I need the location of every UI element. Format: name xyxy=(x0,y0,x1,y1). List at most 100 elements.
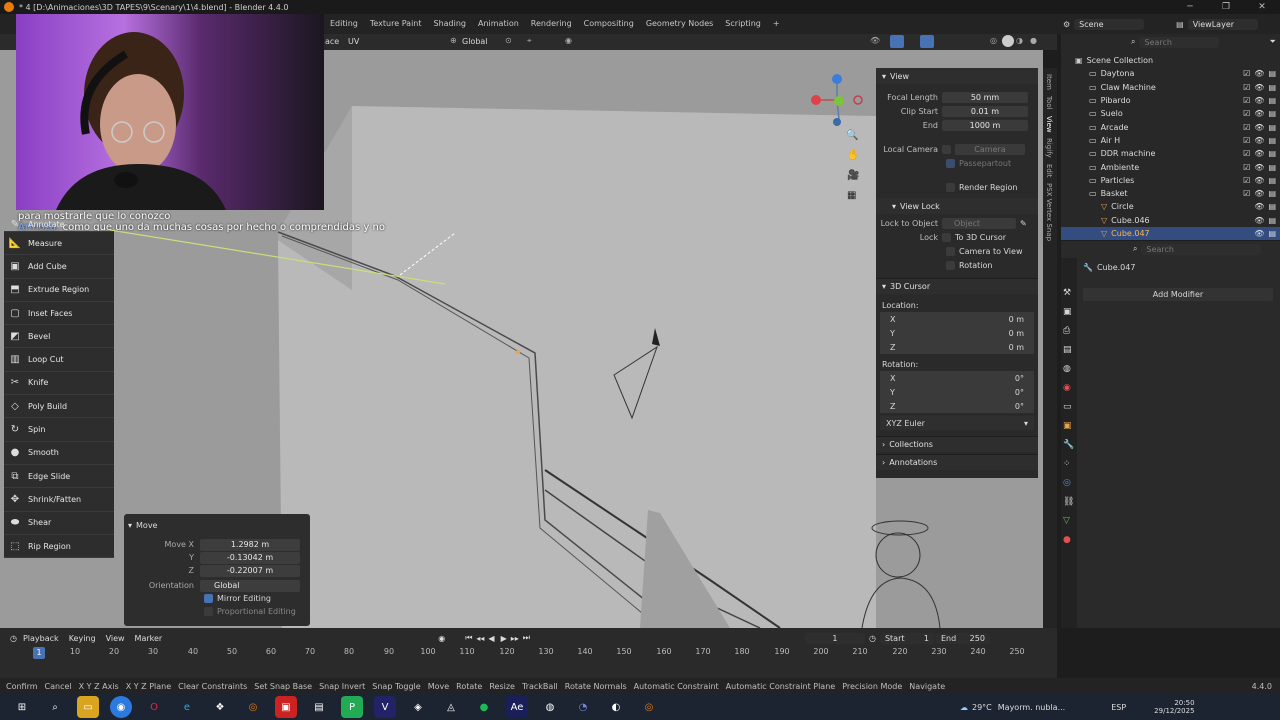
after-effects-icon[interactable]: Ae xyxy=(506,696,528,718)
camera-icon[interactable]: ▤ xyxy=(1268,229,1276,238)
add-modifier-button[interactable]: Add Modifier xyxy=(1083,288,1273,301)
camera-icon[interactable]: ▤ xyxy=(1268,216,1276,225)
move-y-field[interactable]: -0.13042 m xyxy=(200,551,300,564)
camera-icon[interactable]: ▤ xyxy=(1268,109,1276,118)
play-reverse-icon[interactable]: ◀ xyxy=(488,634,494,643)
checkbox-icon[interactable]: ☑ xyxy=(1243,163,1250,172)
physics-tab-icon[interactable]: ◎ xyxy=(1063,478,1077,488)
camera-icon[interactable]: ▤ xyxy=(1268,163,1276,172)
view-layer-field[interactable]: ViewLayer xyxy=(1187,18,1258,30)
marker-menu[interactable]: Marker xyxy=(135,634,163,643)
ortho-toggle-icon[interactable]: ▦ xyxy=(847,190,856,201)
discord-icon[interactable]: ◔ xyxy=(572,696,594,718)
camera-icon[interactable]: ▤ xyxy=(1268,202,1276,211)
outliner-row-circle[interactable]: ▽ Circle 👁 ▤ xyxy=(1061,200,1280,213)
camera-icon[interactable]: ▤ xyxy=(1268,189,1276,198)
cursor-loc-z-field[interactable]: Z0 m xyxy=(880,340,1034,354)
uv-menu-fragment[interactable]: ace xyxy=(325,37,339,46)
wireframe-shading-icon[interactable]: ◎ xyxy=(990,36,997,45)
outliner-row-daytona[interactable]: ▭ Daytona ☑ 👁 ▤ xyxy=(1061,67,1280,80)
3d-cursor-header[interactable]: ▾ 3D Cursor xyxy=(876,278,1038,294)
pycharm-icon[interactable]: P xyxy=(341,696,363,718)
outliner-row-ambiente[interactable]: ▭ Ambiente ☑ 👁 ▤ xyxy=(1061,160,1280,173)
app-icon[interactable]: ◬ xyxy=(440,696,462,718)
recorder-icon[interactable]: ▣ xyxy=(275,696,297,718)
particles-tab-icon[interactable]: ⁘ xyxy=(1063,459,1077,469)
focal-length-field[interactable]: 50 mm xyxy=(942,91,1028,103)
maximize-icon[interactable]: ❐ xyxy=(1208,0,1244,14)
eye-icon[interactable]: 👁 xyxy=(1254,136,1264,145)
orientation-select[interactable]: Global xyxy=(200,579,300,592)
cursor-loc-y-field[interactable]: Y0 m xyxy=(880,326,1034,340)
blender-icon[interactable]: ◎ xyxy=(242,696,264,718)
checkbox-icon[interactable]: ☑ xyxy=(1243,136,1250,145)
tool-tab-icon[interactable]: ⚒ xyxy=(1063,288,1077,298)
scene-tab-icon[interactable]: ◍ xyxy=(1063,364,1077,374)
start-frame-field[interactable]: Start 1 xyxy=(879,632,934,644)
material-tab-icon[interactable]: ● xyxy=(1063,535,1077,545)
outliner-row-ddr-machine[interactable]: ▭ DDR machine ☑ 👁 ▤ xyxy=(1061,147,1280,160)
tool-annotate[interactable]: ✎ Annotate xyxy=(4,218,114,232)
properties-search[interactable]: Search xyxy=(1141,243,1262,255)
tab-texture-paint[interactable]: Texture Paint xyxy=(364,14,428,34)
prev-key-icon[interactable]: ◂◂ xyxy=(476,634,484,643)
lock-object-field[interactable]: Object xyxy=(942,217,1016,229)
steam-icon[interactable]: ◍ xyxy=(539,696,561,718)
tool-shear[interactable]: ⬬ Shear xyxy=(4,511,114,535)
zoom-icon[interactable]: 🔍 xyxy=(846,130,858,141)
next-key-icon[interactable]: ▸▸ xyxy=(511,634,519,643)
outliner-row-pibardo[interactable]: ▭ Pibardo ☑ 👁 ▤ xyxy=(1061,94,1280,107)
tool-poly-build[interactable]: ◇ Poly Build xyxy=(4,395,114,419)
tool-knife[interactable]: ✂ Knife xyxy=(4,371,114,396)
camera-icon[interactable]: ▤ xyxy=(1268,83,1276,92)
tool-shrink-fatten[interactable]: ✥ Shrink/Fatten xyxy=(4,488,114,512)
object-tab-icon[interactable]: ▣ xyxy=(1063,421,1077,431)
checkbox-icon[interactable]: ☑ xyxy=(1243,96,1250,105)
stopwatch-icon[interactable]: ◷ xyxy=(869,634,876,643)
camera-view-icon[interactable]: 🎥 xyxy=(847,170,859,181)
camera-icon[interactable]: ▤ xyxy=(1268,149,1276,158)
data-tab-icon[interactable]: ▽ xyxy=(1063,516,1077,526)
scene-field[interactable]: Scene xyxy=(1074,18,1145,30)
move-x-field[interactable]: 1.2982 m xyxy=(200,538,300,551)
tool-loop-cut[interactable]: ▥ Loop Cut xyxy=(4,348,114,372)
rendered-shading-icon[interactable]: ● xyxy=(1030,36,1037,45)
search-icon[interactable]: ⌕ xyxy=(44,696,66,718)
eye-icon[interactable]: 👁 xyxy=(1254,109,1264,118)
cursor-loc-x-field[interactable]: X0 m xyxy=(880,312,1034,326)
material-shading-icon[interactable]: ◑ xyxy=(1016,36,1023,45)
close-icon[interactable]: ✕ xyxy=(1244,0,1280,14)
app-icon[interactable]: ❖ xyxy=(209,696,231,718)
tool-spin[interactable]: ↻ Spin xyxy=(4,418,114,442)
tool-measure[interactable]: 📐 Measure xyxy=(4,232,114,256)
edge-icon[interactable]: e xyxy=(176,696,198,718)
tab-psx-vertex-snap[interactable]: PSX Vertex Snap xyxy=(1045,183,1053,241)
camera-icon[interactable]: ▤ xyxy=(1268,176,1276,185)
app-icon[interactable]: ▤ xyxy=(308,696,330,718)
spotify-icon[interactable]: ● xyxy=(473,696,495,718)
pivot-icon[interactable]: ⊙ xyxy=(505,36,512,45)
uv-menu[interactable]: UV xyxy=(348,37,359,46)
eye-icon[interactable]: 👁 xyxy=(1254,176,1264,185)
checkbox-icon[interactable]: ☑ xyxy=(1243,149,1250,158)
outliner-row-particles[interactable]: ▭ Particles ☑ 👁 ▤ xyxy=(1061,174,1280,187)
outliner-row-cube-047[interactable]: ▽ Cube.047 👁 ▤ xyxy=(1061,226,1280,241)
language-indicator[interactable]: ESP xyxy=(1111,703,1126,712)
mirror-editing-checkbox[interactable] xyxy=(204,594,213,603)
tool-inset-faces[interactable]: ▢ Inset Faces xyxy=(4,301,114,326)
overlay-toggle-icon[interactable] xyxy=(920,35,934,48)
eye-icon[interactable]: 👁 xyxy=(1254,83,1264,92)
tab-compositing[interactable]: Compositing xyxy=(578,14,640,34)
eye-icon[interactable]: 👁 xyxy=(1254,216,1264,225)
clock-icon[interactable]: ◷ xyxy=(10,634,17,643)
filter-icon[interactable]: ⏷ xyxy=(1269,37,1275,47)
tool-extrude-region[interactable]: ⬒ Extrude Region xyxy=(4,278,114,302)
camera-icon[interactable]: ▤ xyxy=(1268,69,1276,78)
snap-icon[interactable]: ⌖ xyxy=(527,36,532,46)
constraints-tab-icon[interactable]: ⛓ xyxy=(1063,497,1077,507)
euler-mode-dropdown[interactable]: XYZ Euler ▾ xyxy=(880,416,1034,430)
jump-end-icon[interactable]: ⏭ xyxy=(523,633,530,643)
tool-smooth[interactable]: ● Smooth xyxy=(4,441,114,465)
playhead[interactable]: 1 xyxy=(33,647,45,659)
output-tab-icon[interactable]: ⎙ xyxy=(1063,326,1077,336)
